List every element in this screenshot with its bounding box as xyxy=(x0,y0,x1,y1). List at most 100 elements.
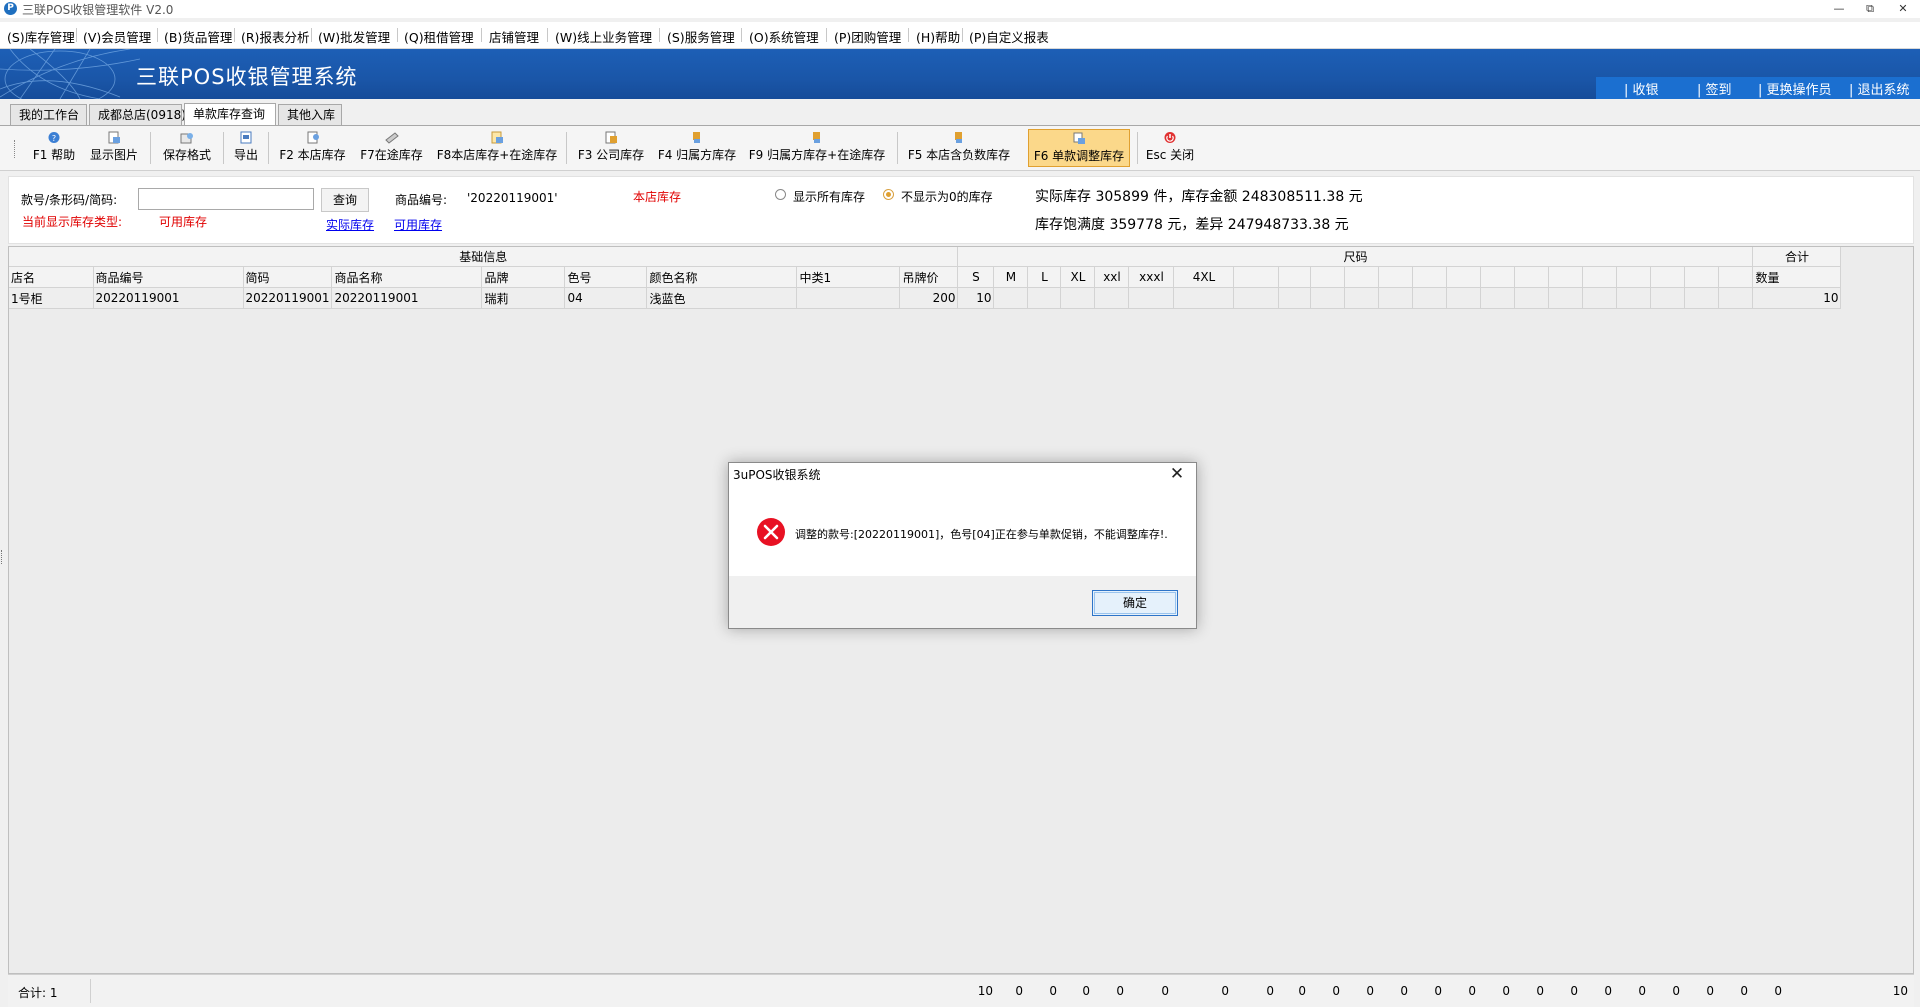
radio-hide-zero-label[interactable]: 不显示为0的库存 xyxy=(901,188,993,205)
cell-size-qty[interactable] xyxy=(1514,287,1550,309)
store-plus-transit-button[interactable]: F8本店库存+在途库存 xyxy=(434,129,560,167)
col-size[interactable] xyxy=(1684,266,1720,288)
nav-exit-system[interactable]: | 退出系统 xyxy=(1849,79,1910,98)
radio-hide-zero[interactable] xyxy=(883,189,894,200)
cell-size-qty[interactable] xyxy=(1278,287,1312,309)
nav-change-operator[interactable]: | 更换操作员 xyxy=(1758,79,1832,98)
cell-item-code[interactable]: 20220119001 xyxy=(93,287,244,309)
export-button[interactable]: 导出 xyxy=(229,129,263,167)
adjust-stock-button[interactable]: F6 单款调整库存 xyxy=(1028,129,1130,167)
link-actual-stock[interactable]: 实际库存 xyxy=(326,216,374,233)
cell-store-name[interactable]: 1号柜 xyxy=(9,287,94,309)
col-size[interactable] xyxy=(1344,266,1380,288)
col-size[interactable] xyxy=(1446,266,1482,288)
cell-brand[interactable]: 瑞莉 xyxy=(481,287,566,309)
cell-color-name[interactable]: 浅蓝色 xyxy=(646,287,798,309)
cell-size-qty[interactable] xyxy=(1094,287,1130,309)
col-size[interactable]: 4XL xyxy=(1173,266,1235,288)
tab-chengdu-store[interactable]: 成都总店(0918) xyxy=(89,104,186,125)
col-color-name[interactable]: 颜色名称 xyxy=(646,266,798,288)
col-size[interactable] xyxy=(1650,266,1686,288)
dialog-ok-button[interactable]: 确定 xyxy=(1092,590,1178,616)
store-stock-button[interactable]: F2 本店库存 xyxy=(275,129,350,167)
cell-size-qty[interactable] xyxy=(1548,287,1584,309)
dialog-close-button[interactable]: ✕ xyxy=(1164,463,1190,485)
tab-single-item-stock[interactable]: 单款库存查询 xyxy=(184,103,276,125)
cell-color-code[interactable]: 04 xyxy=(564,287,648,309)
cell-item-name[interactable]: 20220119001 xyxy=(331,287,483,309)
cell-size-qty[interactable] xyxy=(993,287,1029,309)
show-image-button[interactable]: 显示图片 xyxy=(86,129,142,167)
menu-rental[interactable]: (Q)租借管理 xyxy=(404,27,474,46)
cell-category[interactable] xyxy=(796,287,901,309)
menu-goods[interactable]: (B)货品管理 xyxy=(164,27,232,46)
cell-size-qty[interactable] xyxy=(1310,287,1346,309)
col-size[interactable]: XL xyxy=(1060,266,1096,288)
help-button[interactable]: ? F1 帮助 xyxy=(26,129,82,167)
col-size[interactable]: L xyxy=(1027,266,1062,288)
menu-custom-reports[interactable]: (P)自定义报表 xyxy=(969,27,1049,46)
nav-checkout[interactable]: | 收银 xyxy=(1624,79,1659,98)
col-size[interactable] xyxy=(1718,266,1754,288)
cell-size-qty[interactable] xyxy=(1582,287,1618,309)
col-item-code[interactable]: 商品编号 xyxy=(93,266,244,288)
cell-total-qty[interactable]: 10 xyxy=(1752,287,1842,309)
restore-button[interactable]: ⧉ xyxy=(1853,0,1887,18)
menu-online[interactable]: (W)线上业务管理 xyxy=(555,27,652,46)
cell-size-qty[interactable] xyxy=(1684,287,1720,309)
menu-stores[interactable]: 店铺管理 xyxy=(489,27,539,46)
col-brand[interactable]: 品牌 xyxy=(481,266,566,288)
cell-size-qty[interactable] xyxy=(1616,287,1652,309)
col-item-name[interactable]: 商品名称 xyxy=(331,266,483,288)
menu-services[interactable]: (S)服务管理 xyxy=(667,27,735,46)
col-tag-price[interactable]: 吊牌价 xyxy=(899,266,959,288)
col-size[interactable] xyxy=(1378,266,1414,288)
cell-size-qty[interactable] xyxy=(1060,287,1096,309)
menu-wholesale[interactable]: (W)批发管理 xyxy=(318,27,390,46)
in-transit-button[interactable]: F7在途库存 xyxy=(355,129,428,167)
owner-stock-button[interactable]: F4 归属方库存 xyxy=(654,129,740,167)
esc-close-button[interactable]: Esc 关闭 xyxy=(1142,129,1198,167)
menu-reports[interactable]: (R)报表分析 xyxy=(241,27,309,46)
col-size[interactable] xyxy=(1310,266,1346,288)
toolbar-grip[interactable] xyxy=(14,140,17,158)
col-size[interactable] xyxy=(1548,266,1584,288)
cell-size-qty[interactable] xyxy=(1344,287,1380,309)
menu-inventory[interactable]: (S)库存管理 xyxy=(7,27,75,46)
col-size[interactable] xyxy=(1480,266,1516,288)
table-row[interactable]: 1号柜 20220119001 20220119001 20220119001 … xyxy=(9,287,1842,309)
cell-tag-price[interactable]: 200 xyxy=(899,287,959,309)
cell-size-qty[interactable] xyxy=(1128,287,1175,309)
cell-size-qty[interactable] xyxy=(1173,287,1235,309)
col-category[interactable]: 中类1 xyxy=(796,266,901,288)
nav-sign-in[interactable]: | 签到 xyxy=(1697,79,1732,98)
cell-size-qty[interactable] xyxy=(1233,287,1280,309)
col-size[interactable] xyxy=(1233,266,1280,288)
splitter-handle[interactable] xyxy=(1,550,4,564)
cell-size-qty[interactable] xyxy=(1718,287,1754,309)
query-button[interactable]: 查询 xyxy=(321,188,369,212)
search-input[interactable] xyxy=(138,188,314,210)
col-short-code[interactable]: 简码 xyxy=(243,266,333,288)
col-color-code[interactable]: 色号 xyxy=(564,266,648,288)
col-size[interactable]: xxxl xyxy=(1128,266,1175,288)
owner-plus-transit-button[interactable]: F9 归属方库存+在途库存 xyxy=(747,129,887,167)
cell-size-qty[interactable] xyxy=(1412,287,1448,309)
radio-show-all-label[interactable]: 显示所有库存 xyxy=(793,188,865,205)
close-window-button[interactable]: ✕ xyxy=(1886,0,1920,18)
cell-size-qty[interactable] xyxy=(1480,287,1516,309)
col-size[interactable] xyxy=(1278,266,1312,288)
col-quantity[interactable]: 数量 xyxy=(1752,266,1842,288)
minimize-button[interactable]: — xyxy=(1822,0,1856,18)
save-format-button[interactable]: 保存格式 xyxy=(157,129,217,167)
cell-size-qty[interactable] xyxy=(1650,287,1686,309)
link-available-stock[interactable]: 可用库存 xyxy=(394,216,442,233)
cell-short-code[interactable]: 20220119001 xyxy=(243,287,333,309)
col-size[interactable]: S xyxy=(957,266,995,288)
cell-size-qty[interactable]: 10 xyxy=(957,287,995,309)
col-size[interactable] xyxy=(1616,266,1652,288)
col-size[interactable]: M xyxy=(993,266,1029,288)
negative-stock-button[interactable]: F5 本店含负数库存 xyxy=(905,129,1013,167)
col-size[interactable]: xxl xyxy=(1094,266,1130,288)
col-size[interactable] xyxy=(1514,266,1550,288)
